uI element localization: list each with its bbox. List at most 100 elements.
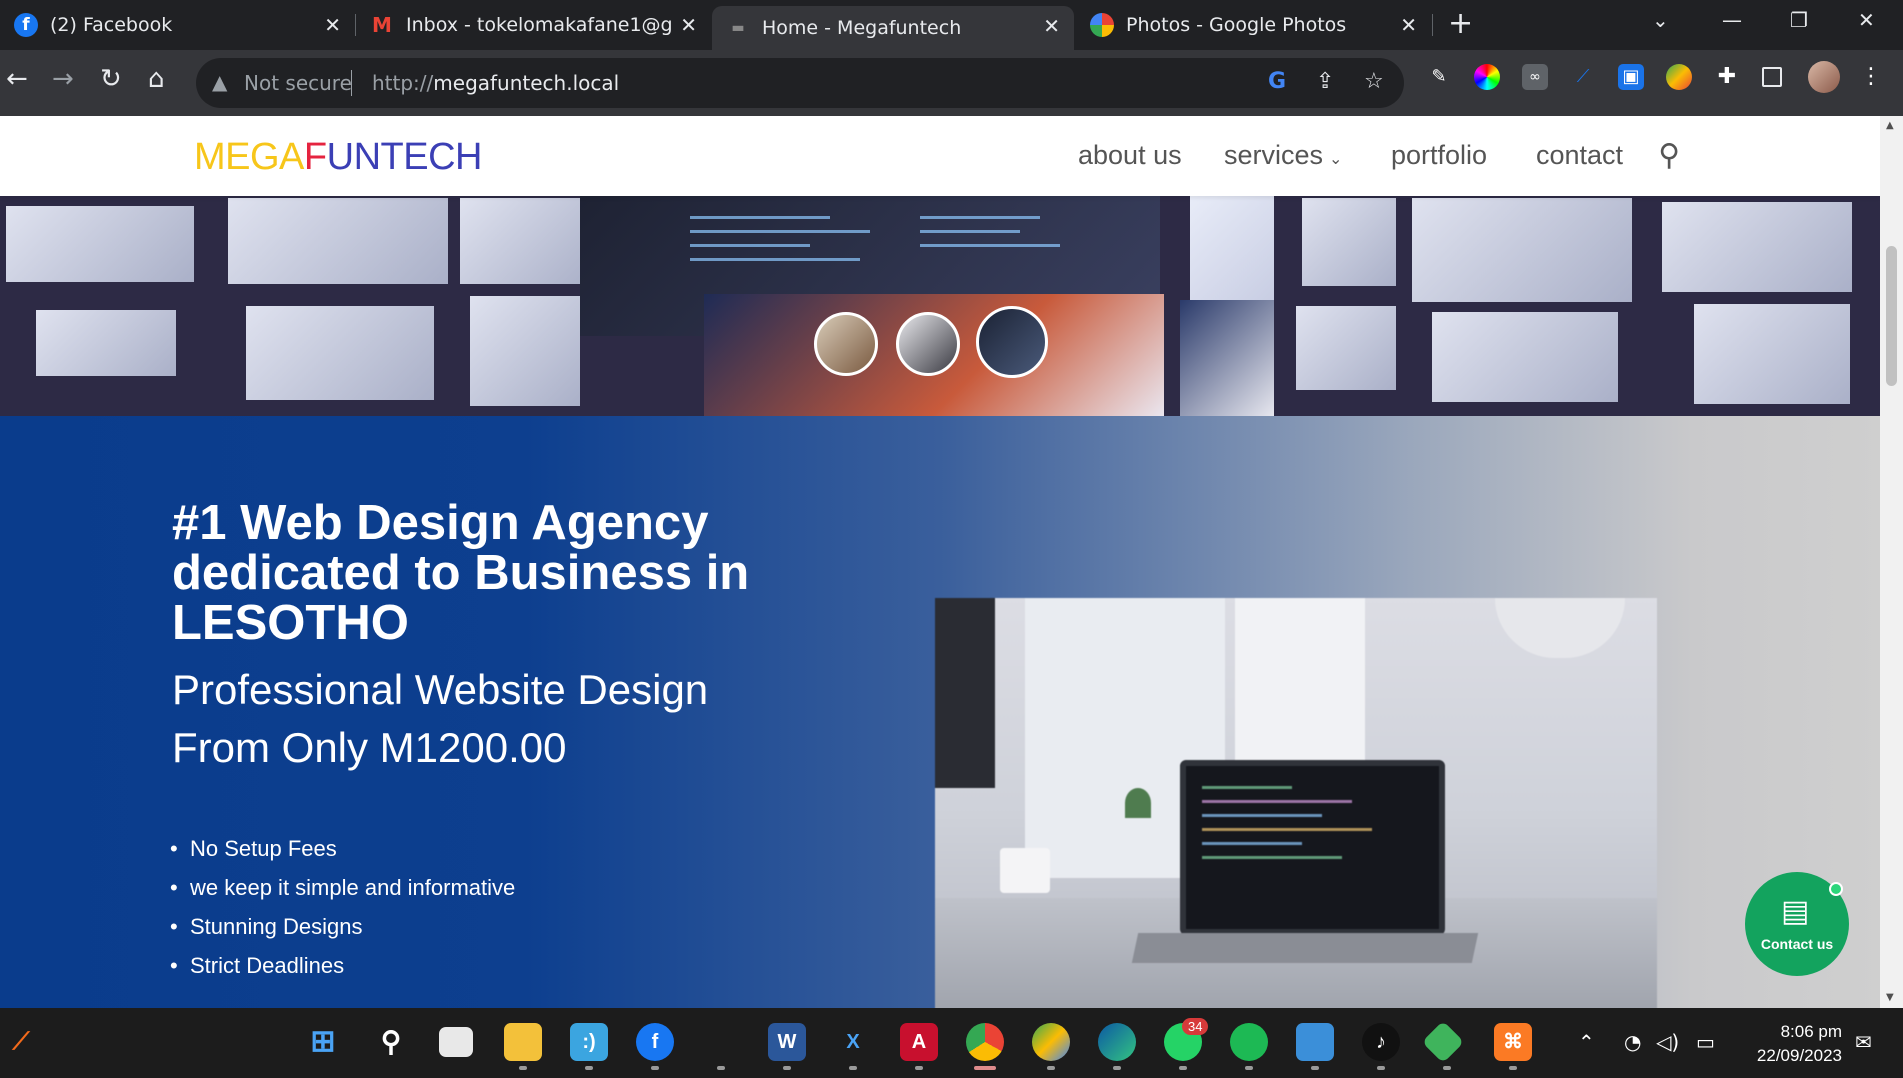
- minimize-icon[interactable]: —: [1722, 8, 1742, 32]
- acrobat-icon[interactable]: A: [900, 1023, 938, 1061]
- eyedropper-extension-icon[interactable]: ✎: [1426, 64, 1452, 90]
- scroll-down-icon[interactable]: ▼: [1886, 992, 1894, 1003]
- spotify-icon[interactable]: [1230, 1023, 1268, 1061]
- word-icon[interactable]: W: [768, 1023, 806, 1061]
- widget-icon[interactable]: ⟋: [2, 1023, 40, 1061]
- slider-thumbnail-1[interactable]: [814, 312, 878, 376]
- chat-app-icon[interactable]: :): [570, 1023, 608, 1061]
- slider-tile: [460, 198, 590, 284]
- hero-subtitle-line2: From Only M1200.00: [172, 724, 567, 771]
- tab-megafuntech[interactable]: ▬ Home - Megafuntech ✕: [712, 6, 1074, 50]
- diamond-app-icon[interactable]: [1421, 1020, 1465, 1064]
- search-icon[interactable]: ⚲: [1658, 138, 1680, 173]
- close-tab-icon[interactable]: ✕: [680, 13, 697, 37]
- site-logo[interactable]: MEGAFUNTECH: [194, 136, 482, 179]
- slider-thumbnail-3-active[interactable]: [976, 306, 1048, 378]
- tab-google-photos[interactable]: Photos - Google Photos ✕: [1076, 0, 1431, 50]
- google-lens-icon[interactable]: G: [1268, 69, 1286, 94]
- search-icon[interactable]: ⚲: [372, 1023, 410, 1061]
- tab-facebook[interactable]: f (2) Facebook ✕: [0, 0, 355, 50]
- close-tab-icon[interactable]: ✕: [324, 13, 341, 37]
- code-line: [1202, 786, 1292, 789]
- chrome-icon[interactable]: [966, 1023, 1004, 1061]
- url-text[interactable]: http://megafuntech.local: [372, 71, 619, 95]
- windows-taskbar: ⟋ ⊞ ⚲ :) f W X A 34 ♪ ⌘ ⌃ ◔ ◁) ▭ 8:06 pm…: [0, 1008, 1903, 1078]
- close-tab-icon[interactable]: ✕: [1043, 14, 1060, 38]
- side-panel-icon[interactable]: [1762, 67, 1782, 87]
- nav-portfolio[interactable]: portfolio: [1391, 140, 1487, 171]
- list-item: No Setup Fees: [170, 836, 515, 875]
- color-extension-icon[interactable]: [1474, 64, 1500, 90]
- hero-title: #1 Web Design Agency dedicated to Busine…: [172, 496, 750, 650]
- site-favicon: ▬: [731, 20, 745, 36]
- slider-tile: [1662, 202, 1852, 292]
- windows-start-icon[interactable]: ⊞: [304, 1023, 342, 1061]
- close-tab-icon[interactable]: ✕: [1400, 13, 1417, 37]
- tiktok-icon[interactable]: ♪: [1362, 1023, 1400, 1061]
- tab-search-icon[interactable]: ⌄: [1652, 8, 1669, 32]
- translate-extension-icon[interactable]: [1666, 64, 1692, 90]
- contact-us-button[interactable]: ▤ Contact us: [1745, 872, 1849, 976]
- code-line: [690, 244, 810, 247]
- share-icon[interactable]: ⇪: [1316, 69, 1334, 94]
- address-bar[interactable]: ▲ Not secure http://megafuntech.local G …: [196, 58, 1404, 108]
- reload-icon[interactable]: ↻: [100, 64, 122, 94]
- nav-services[interactable]: services ⌄: [1224, 140, 1342, 171]
- menu-kebab-icon[interactable]: ⋮: [1858, 64, 1884, 90]
- file-explorer-icon[interactable]: [504, 1023, 542, 1061]
- back-icon[interactable]: ←: [6, 64, 28, 94]
- image-slider: [0, 196, 1880, 416]
- security-label[interactable]: Not secure: [244, 71, 352, 95]
- browser-tab-strip: f (2) Facebook ✕ M Inbox - tokelomakafan…: [0, 0, 1903, 50]
- code-line: [1202, 814, 1322, 817]
- forward-icon[interactable]: →: [52, 64, 74, 94]
- tray-chevron-up-icon[interactable]: ⌃: [1578, 1030, 1595, 1054]
- tab-label: Home - Megafuntech: [762, 17, 962, 39]
- hero-feature-list: No Setup Fees we keep it simple and info…: [170, 836, 515, 992]
- notification-center-icon[interactable]: ✉: [1855, 1030, 1872, 1054]
- system-clock[interactable]: 8:06 pm 22/09/2023: [1742, 1020, 1842, 1068]
- chevron-down-icon: ⌄: [1329, 151, 1343, 168]
- restore-icon[interactable]: ❐: [1790, 8, 1808, 32]
- running-indicator: [519, 1066, 527, 1070]
- tab-gmail[interactable]: M Inbox - tokelomakafane1@gmail ✕: [356, 0, 711, 50]
- list-item: we keep it simple and informative: [170, 875, 515, 914]
- code-line: [690, 230, 870, 233]
- slider-tile: [6, 206, 194, 282]
- chat-bubble-icon: ▤: [1781, 894, 1810, 929]
- scroll-thumb[interactable]: [1886, 246, 1897, 386]
- code-extension-icon[interactable]: ⟋: [1570, 64, 1596, 90]
- nav-about-us[interactable]: about us: [1078, 140, 1182, 171]
- extensions-puzzle-icon[interactable]: ✚: [1714, 64, 1740, 90]
- home-icon[interactable]: ⌂: [148, 64, 165, 94]
- google-photos-icon: [1090, 13, 1114, 37]
- volume-icon[interactable]: ◁): [1656, 1030, 1679, 1054]
- scroll-up-icon[interactable]: ▲: [1886, 120, 1894, 131]
- gmail-icon: M: [372, 13, 392, 37]
- profile-avatar[interactable]: [1808, 61, 1840, 93]
- bookmark-star-icon[interactable]: ☆: [1364, 69, 1384, 94]
- close-window-icon[interactable]: ✕: [1858, 8, 1875, 32]
- save-extension-icon[interactable]: ▣: [1618, 64, 1644, 90]
- battery-icon[interactable]: ▭: [1696, 1030, 1715, 1054]
- slider-tile: [228, 198, 448, 284]
- code-line: [1202, 856, 1342, 859]
- slider-thumbnail-2[interactable]: [896, 312, 960, 376]
- tool-x-icon[interactable]: X: [834, 1023, 872, 1061]
- earth-app-icon[interactable]: [1032, 1023, 1070, 1061]
- task-view-icon[interactable]: [439, 1027, 473, 1057]
- new-tab-button[interactable]: +: [1448, 6, 1473, 41]
- warning-icon[interactable]: ▲: [212, 70, 227, 94]
- wifi-icon[interactable]: ◔: [1624, 1030, 1641, 1054]
- hero-subtitle-line1: Professional Website Design: [172, 666, 709, 713]
- edge-icon[interactable]: [1098, 1023, 1136, 1061]
- infinity-extension-icon[interactable]: ∞: [1522, 64, 1548, 90]
- page-scrollbar[interactable]: ▲ ▼: [1880, 116, 1903, 1008]
- nav-contact[interactable]: contact: [1536, 140, 1623, 171]
- code-line: [690, 258, 860, 261]
- notification-badge: 34: [1182, 1018, 1209, 1035]
- xampp-icon[interactable]: ⌘: [1494, 1023, 1532, 1061]
- laptop-keyboard-shape: [1131, 933, 1479, 963]
- facebook-app-icon[interactable]: f: [636, 1023, 674, 1061]
- notepad-icon[interactable]: [1296, 1023, 1334, 1061]
